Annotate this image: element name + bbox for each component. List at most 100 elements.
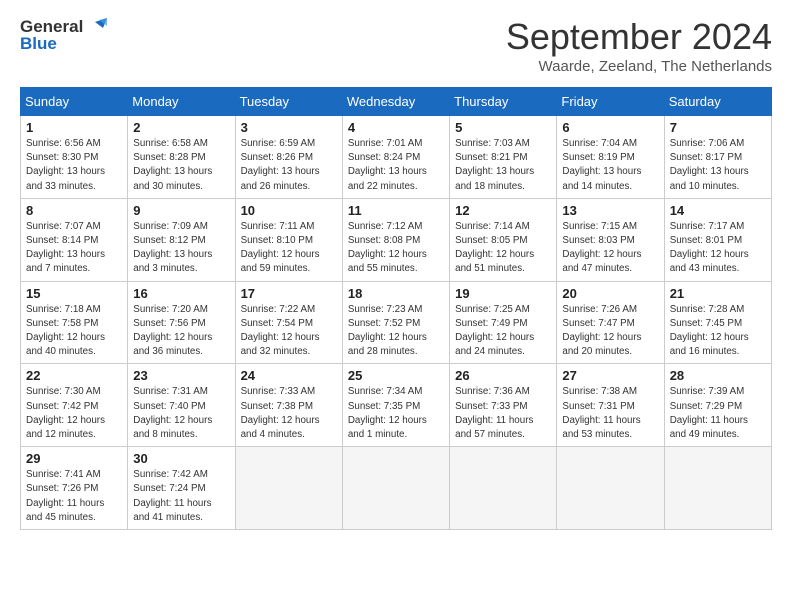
daylight: Daylight: 11 hours and 49 minutes.: [670, 415, 748, 440]
day-number: 2: [133, 120, 229, 135]
sunrise: Sunrise: 7:33 AM: [241, 386, 316, 397]
calendar-cell: 12Sunrise: 7:14 AMSunset: 8:05 PMDayligh…: [450, 198, 557, 281]
page-header: General Blue September 2024 Waarde, Zeel…: [20, 16, 772, 75]
sunset: Sunset: 8:10 PM: [241, 235, 313, 246]
day-number: 3: [241, 120, 337, 135]
day-number: 20: [562, 286, 658, 301]
daylight: Daylight: 12 hours and 51 minutes.: [455, 249, 534, 274]
column-header-saturday: Saturday: [664, 88, 771, 116]
daylight: Daylight: 13 hours and 26 minutes.: [241, 166, 320, 191]
calendar-cell: 20Sunrise: 7:26 AMSunset: 7:47 PMDayligh…: [557, 281, 664, 364]
daylight: Daylight: 12 hours and 43 minutes.: [670, 249, 749, 274]
calendar-cell: 8Sunrise: 7:07 AMSunset: 8:14 PMDaylight…: [21, 198, 128, 281]
sunset: Sunset: 8:17 PM: [670, 152, 742, 163]
sunrise: Sunrise: 7:07 AM: [26, 221, 101, 232]
column-header-monday: Monday: [128, 88, 235, 116]
daylight: Daylight: 12 hours and 36 minutes.: [133, 332, 212, 357]
column-header-sunday: Sunday: [21, 88, 128, 116]
sunrise: Sunrise: 7:38 AM: [562, 386, 637, 397]
sunset: Sunset: 8:08 PM: [348, 235, 420, 246]
day-info: Sunrise: 7:23 AMSunset: 7:52 PMDaylight:…: [348, 303, 444, 360]
day-number: 10: [241, 203, 337, 218]
day-info: Sunrise: 7:41 AMSunset: 7:26 PMDaylight:…: [26, 468, 122, 525]
day-number: 17: [241, 286, 337, 301]
day-info: Sunrise: 7:07 AMSunset: 8:14 PMDaylight:…: [26, 220, 122, 277]
sunset: Sunset: 7:52 PM: [348, 318, 420, 329]
calendar-cell: 19Sunrise: 7:25 AMSunset: 7:49 PMDayligh…: [450, 281, 557, 364]
day-info: Sunrise: 6:59 AMSunset: 8:26 PMDaylight:…: [241, 137, 337, 194]
sunrise: Sunrise: 7:41 AM: [26, 469, 101, 480]
daylight: Daylight: 13 hours and 14 minutes.: [562, 166, 641, 191]
day-info: Sunrise: 7:33 AMSunset: 7:38 PMDaylight:…: [241, 385, 337, 442]
sunrise: Sunrise: 6:59 AM: [241, 138, 316, 149]
day-info: Sunrise: 7:09 AMSunset: 8:12 PMDaylight:…: [133, 220, 229, 277]
sunrise: Sunrise: 7:06 AM: [670, 138, 745, 149]
calendar-cell: 22 Sunrise: 7:30 AMSunset: 7:42 PMDayligh…: [21, 364, 128, 447]
calendar-week-row: 29 Sunrise: 7:41 AMSunset: 7:26 PMDayligh…: [21, 447, 772, 530]
sunrise: Sunrise: 6:56 AM: [26, 138, 101, 149]
sunrise: Sunrise: 6:58 AM: [133, 138, 208, 149]
day-info: Sunrise: 7:14 AMSunset: 8:05 PMDaylight:…: [455, 220, 551, 277]
day-number: 9: [133, 203, 229, 218]
calendar-cell: 4Sunrise: 7:01 AMSunset: 8:24 PMDaylight…: [342, 116, 449, 199]
calendar-cell: 6Sunrise: 7:04 AMSunset: 8:19 PMDaylight…: [557, 116, 664, 199]
day-number: 29: [26, 451, 122, 466]
day-info: Sunrise: 7:28 AMSunset: 7:45 PMDaylight:…: [670, 303, 766, 360]
sunrise: Sunrise: 7:01 AM: [348, 138, 423, 149]
calendar-cell: 5 Sunrise: 7:03 AMSunset: 8:21 PMDaylight…: [450, 116, 557, 199]
daylight: Daylight: 11 hours and 53 minutes.: [562, 415, 640, 440]
calendar-cell: 15Sunrise: 7:18 AMSunset: 7:58 PMDayligh…: [21, 281, 128, 364]
day-info: Sunrise: 7:12 AMSunset: 8:08 PMDaylight:…: [348, 220, 444, 277]
day-number: 1: [26, 120, 122, 135]
sunset: Sunset: 8:14 PM: [26, 235, 98, 246]
day-info: Sunrise: 7:36 AMSunset: 7:33 PMDaylight:…: [455, 385, 551, 442]
sunrise: Sunrise: 7:18 AM: [26, 304, 101, 315]
calendar-cell: [557, 447, 664, 530]
day-number: 23: [133, 368, 229, 383]
sunset: Sunset: 7:24 PM: [133, 483, 205, 494]
daylight: Daylight: 11 hours and 41 minutes.: [133, 498, 211, 523]
daylight: Daylight: 11 hours and 57 minutes.: [455, 415, 533, 440]
day-number: 22: [26, 368, 122, 383]
logo-bird-icon: [85, 16, 107, 38]
day-number: 25: [348, 368, 444, 383]
calendar-cell: 28Sunrise: 7:39 AMSunset: 7:29 PMDayligh…: [664, 364, 771, 447]
logo: General Blue: [20, 16, 107, 54]
day-number: 13: [562, 203, 658, 218]
sunrise: Sunrise: 7:31 AM: [133, 386, 208, 397]
day-info: Sunrise: 7:01 AMSunset: 8:24 PMDaylight:…: [348, 137, 444, 194]
day-info: Sunrise: 7:34 AMSunset: 7:35 PMDaylight:…: [348, 385, 444, 442]
calendar-cell: 16Sunrise: 7:20 AMSunset: 7:56 PMDayligh…: [128, 281, 235, 364]
daylight: Daylight: 13 hours and 3 minutes.: [133, 249, 212, 274]
sunset: Sunset: 7:33 PM: [455, 401, 527, 412]
calendar-cell: 10Sunrise: 7:11 AMSunset: 8:10 PMDayligh…: [235, 198, 342, 281]
sunset: Sunset: 8:30 PM: [26, 152, 98, 163]
calendar-table: SundayMondayTuesdayWednesdayThursdayFrid…: [20, 87, 772, 530]
calendar-cell: [664, 447, 771, 530]
day-number: 19: [455, 286, 551, 301]
location-label: Waarde, Zeeland, The Netherlands: [506, 58, 772, 75]
calendar-cell: [450, 447, 557, 530]
calendar-cell: 7Sunrise: 7:06 AMSunset: 8:17 PMDaylight…: [664, 116, 771, 199]
calendar-week-row: 15Sunrise: 7:18 AMSunset: 7:58 PMDayligh…: [21, 281, 772, 364]
day-info: Sunrise: 7:03 AMSunset: 8:21 PMDaylight:…: [455, 137, 551, 194]
day-number: 5: [455, 120, 551, 135]
sunrise: Sunrise: 7:14 AM: [455, 221, 530, 232]
calendar-cell: 18Sunrise: 7:23 AMSunset: 7:52 PMDayligh…: [342, 281, 449, 364]
day-number: 8: [26, 203, 122, 218]
calendar-cell: 26Sunrise: 7:36 AMSunset: 7:33 PMDayligh…: [450, 364, 557, 447]
sunrise: Sunrise: 7:12 AM: [348, 221, 423, 232]
day-info: Sunrise: 7:22 AMSunset: 7:54 PMDaylight:…: [241, 303, 337, 360]
sunset: Sunset: 7:29 PM: [670, 401, 742, 412]
day-info: Sunrise: 7:38 AMSunset: 7:31 PMDaylight:…: [562, 385, 658, 442]
sunrise: Sunrise: 7:30 AM: [26, 386, 101, 397]
sunset: Sunset: 7:35 PM: [348, 401, 420, 412]
day-info: Sunrise: 7:04 AMSunset: 8:19 PMDaylight:…: [562, 137, 658, 194]
sunset: Sunset: 7:40 PM: [133, 401, 205, 412]
sunrise: Sunrise: 7:11 AM: [241, 221, 315, 232]
daylight: Daylight: 12 hours and 47 minutes.: [562, 249, 641, 274]
calendar-cell: 13Sunrise: 7:15 AMSunset: 8:03 PMDayligh…: [557, 198, 664, 281]
sunset: Sunset: 7:54 PM: [241, 318, 313, 329]
sunset: Sunset: 7:45 PM: [670, 318, 742, 329]
day-info: Sunrise: 7:30 AMSunset: 7:42 PMDaylight:…: [26, 385, 122, 442]
